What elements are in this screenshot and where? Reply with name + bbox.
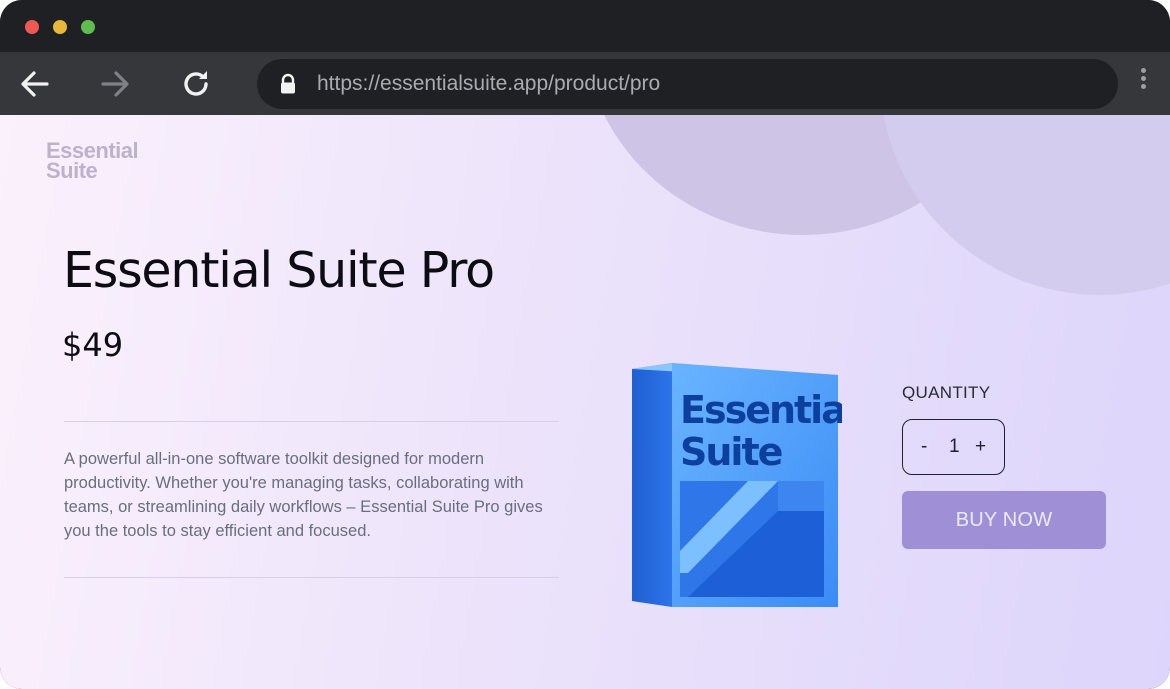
- minimize-window-button[interactable]: [53, 20, 67, 34]
- lock-icon: [279, 73, 297, 95]
- site-logo[interactable]: Suite: [46, 160, 98, 182]
- quantity-label: QUANTITY: [902, 383, 991, 402]
- decrement-button[interactable]: -: [921, 435, 927, 459]
- back-arrow-icon[interactable]: [16, 65, 54, 103]
- increment-button[interactable]: +: [975, 435, 986, 459]
- maximize-window-button[interactable]: [81, 20, 95, 34]
- product-page: Essential Suite Essential Suite Pro $49 …: [0, 115, 1170, 689]
- box-label: Suite: [680, 430, 782, 474]
- background-circle: [880, 115, 1170, 295]
- product-price: $49: [62, 326, 124, 364]
- buy-now-button[interactable]: BUY NOW: [902, 491, 1106, 549]
- browser-window: https://essentialsuite.app/product/pro E…: [0, 0, 1170, 689]
- url-text[interactable]: https://essentialsuite.app/product/pro: [317, 72, 660, 96]
- box-label: Essential: [680, 388, 842, 432]
- quantity-stepper: - 1 +: [902, 419, 1005, 475]
- product-description: A powerful all-in-one software toolkit d…: [64, 450, 543, 540]
- divider: [64, 421, 559, 422]
- forward-arrow-icon[interactable]: [96, 65, 134, 103]
- more-vertical-icon[interactable]: [1134, 66, 1154, 102]
- address-bar[interactable]: https://essentialsuite.app/product/pro: [257, 59, 1118, 109]
- quantity-value[interactable]: 1: [949, 435, 960, 459]
- product-box-image: Essential Suite: [628, 361, 842, 611]
- title-bar: [0, 0, 1170, 52]
- browser-toolbar: https://essentialsuite.app/product/pro: [0, 52, 1170, 115]
- divider: [64, 577, 559, 578]
- close-window-button[interactable]: [25, 20, 39, 34]
- product-title: Essential Suite Pro: [63, 242, 495, 299]
- reload-icon[interactable]: [177, 65, 215, 103]
